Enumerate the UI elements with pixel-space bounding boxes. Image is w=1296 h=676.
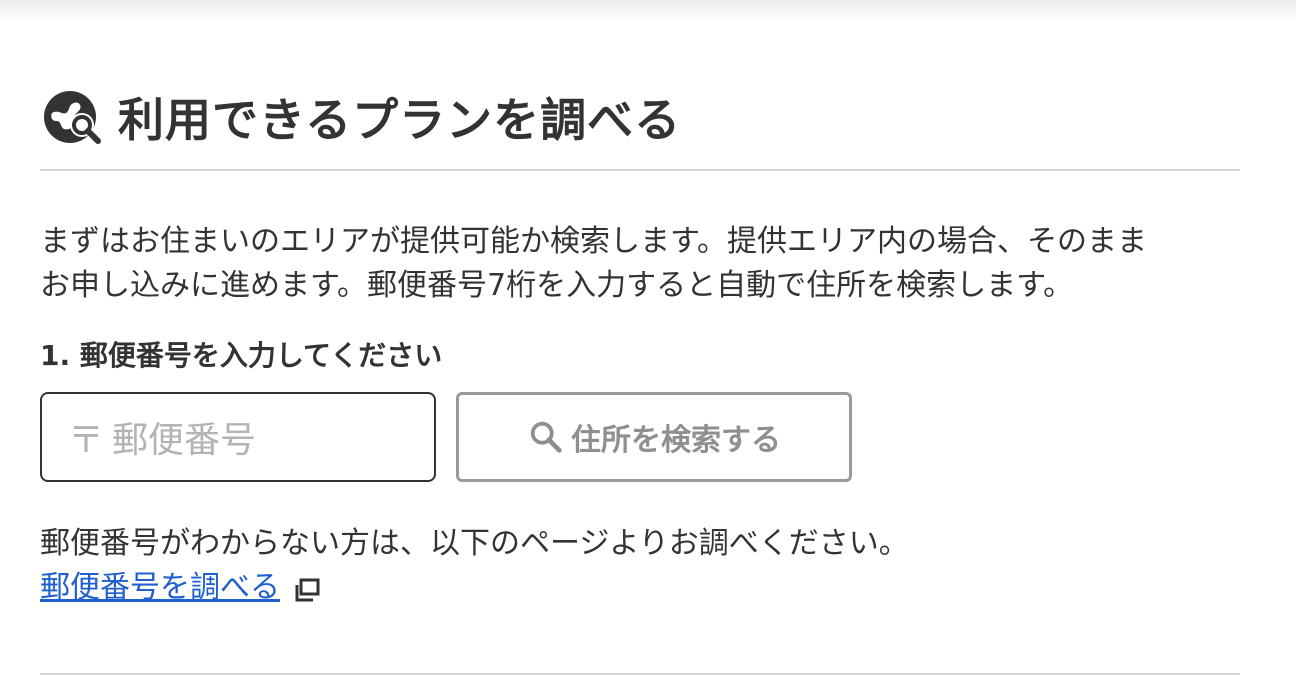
title-divider: [40, 169, 1240, 171]
external-window-icon: [295, 578, 320, 602]
postal-help-note: 郵便番号がわからない方は、以下のページよりお調べください。: [40, 526, 909, 561]
plan-search-section: 利用できるプランを調べる まずはお住まいのエリアが提供可能か検索します。提供エリ…: [40, 0, 1240, 676]
postal-lookup-row: 郵便番号を調べる: [40, 566, 322, 610]
intro-text: まずはお住まいのエリアが提供可能か検索します。提供エリア内の場合、そのまま お申…: [40, 220, 1240, 308]
search-address-button-label: 住所を検索する: [571, 423, 781, 458]
globe-search-icon: [44, 91, 101, 144]
search-address-button[interactable]: 住所を検索する: [456, 392, 852, 482]
postal-code-field[interactable]: 〒 郵便番号: [40, 392, 436, 482]
search-icon: [530, 421, 562, 453]
step-1-label: 1. 郵便番号を入力してください: [40, 339, 443, 372]
intro-line-1: まずはお住まいのエリアが提供可能か検索します。提供エリア内の場合、そのまま: [40, 224, 1147, 259]
postal-lookup-link[interactable]: 郵便番号を調べる: [40, 566, 280, 610]
page-title: 利用できるプランを調べる: [118, 93, 682, 147]
postal-mark-prefix: 〒: [68, 420, 105, 461]
intro-line-2: お申し込みに進めます。郵便番号7桁を入力すると自動で住所を検索します。: [40, 268, 1074, 303]
section-header: 利用できるプランを調べる: [40, 84, 681, 150]
bottom-divider: [40, 673, 1240, 675]
postal-code-placeholder: 郵便番号: [112, 420, 257, 461]
